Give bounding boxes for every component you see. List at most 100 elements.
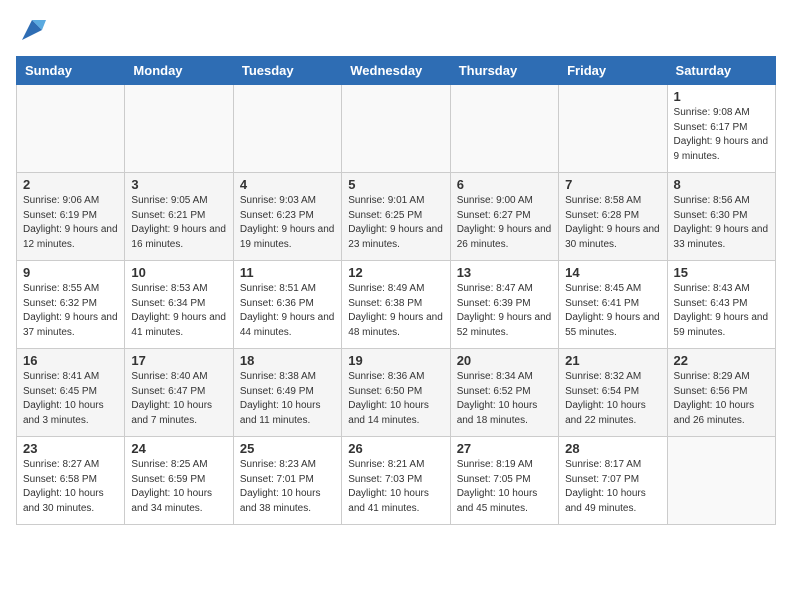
day-number: 1 bbox=[674, 89, 769, 104]
day-info: Sunrise: 8:32 AM Sunset: 6:54 PM Dayligh… bbox=[565, 370, 660, 428]
calendar-week-4: 16 Sunrise: 8:41 AM Sunset: 6:45 PM Dayli… bbox=[17, 349, 776, 437]
day-number: 20 bbox=[457, 353, 552, 368]
calendar-cell bbox=[559, 85, 667, 173]
logo bbox=[16, 16, 46, 44]
calendar-cell: 14 Sunrise: 8:45 AM Sunset: 6:41 PM Dayli… bbox=[559, 261, 667, 349]
day-info: Sunrise: 8:47 AM Sunset: 6:39 PM Dayligh… bbox=[457, 282, 552, 340]
calendar-week-5: 23Sunrise: 8:27 AM Sunset: 6:58 PM Dayli… bbox=[17, 437, 776, 525]
day-info: Sunrise: 8:56 AM Sunset: 6:30 PM Dayligh… bbox=[674, 194, 769, 252]
day-info: Sunrise: 8:58 AM Sunset: 6:28 PM Dayligh… bbox=[565, 194, 660, 252]
calendar: SundayMondayTuesdayWednesdayThursdayFrid… bbox=[16, 56, 776, 525]
calendar-cell: 15Sunrise: 8:43 AM Sunset: 6:43 PM Dayli… bbox=[667, 261, 775, 349]
day-header-wednesday: Wednesday bbox=[342, 57, 450, 85]
day-info: Sunrise: 8:25 AM Sunset: 6:59 PM Dayligh… bbox=[131, 458, 226, 516]
logo-icon bbox=[18, 16, 46, 44]
page-header bbox=[16, 16, 776, 44]
calendar-cell: 11 Sunrise: 8:51 AM Sunset: 6:36 PM Dayli… bbox=[233, 261, 341, 349]
day-number: 13 bbox=[457, 265, 552, 280]
calendar-cell bbox=[125, 85, 233, 173]
day-number: 27 bbox=[457, 441, 552, 456]
day-number: 25 bbox=[240, 441, 335, 456]
calendar-cell: 5 Sunrise: 9:01 AM Sunset: 6:25 PM Daylig… bbox=[342, 173, 450, 261]
day-info: Sunrise: 8:23 AM Sunset: 7:01 PM Dayligh… bbox=[240, 458, 335, 516]
day-info: Sunrise: 8:29 AM Sunset: 6:56 PM Dayligh… bbox=[674, 370, 769, 428]
day-number: 9 bbox=[23, 265, 118, 280]
day-number: 8 bbox=[674, 177, 769, 192]
day-number: 3 bbox=[131, 177, 226, 192]
day-info: Sunrise: 9:01 AM Sunset: 6:25 PM Dayligh… bbox=[348, 194, 443, 252]
calendar-cell: 17 Sunrise: 8:40 AM Sunset: 6:47 PM Dayli… bbox=[125, 349, 233, 437]
day-number: 21 bbox=[565, 353, 660, 368]
calendar-cell: 3 Sunrise: 9:05 AM Sunset: 6:21 PM Daylig… bbox=[125, 173, 233, 261]
day-info: Sunrise: 8:41 AM Sunset: 6:45 PM Dayligh… bbox=[23, 370, 118, 428]
calendar-cell: 19 Sunrise: 8:36 AM Sunset: 6:50 PM Dayli… bbox=[342, 349, 450, 437]
calendar-week-3: 9 Sunrise: 8:55 AM Sunset: 6:32 PM Daylig… bbox=[17, 261, 776, 349]
calendar-cell: 8 Sunrise: 8:56 AM Sunset: 6:30 PM Daylig… bbox=[667, 173, 775, 261]
day-info: Sunrise: 9:05 AM Sunset: 6:21 PM Dayligh… bbox=[131, 194, 226, 252]
calendar-cell: 1 Sunrise: 9:08 AM Sunset: 6:17 PM Daylig… bbox=[667, 85, 775, 173]
calendar-cell: 10 Sunrise: 8:53 AM Sunset: 6:34 PM Dayli… bbox=[125, 261, 233, 349]
day-number: 15 bbox=[674, 265, 769, 280]
day-number: 23 bbox=[23, 441, 118, 456]
day-info: Sunrise: 8:55 AM Sunset: 6:32 PM Dayligh… bbox=[23, 282, 118, 340]
day-number: 6 bbox=[457, 177, 552, 192]
calendar-cell: 21 Sunrise: 8:32 AM Sunset: 6:54 PM Dayli… bbox=[559, 349, 667, 437]
calendar-cell: 23Sunrise: 8:27 AM Sunset: 6:58 PM Dayli… bbox=[17, 437, 125, 525]
day-number: 26 bbox=[348, 441, 443, 456]
day-info: Sunrise: 8:19 AM Sunset: 7:05 PM Dayligh… bbox=[457, 458, 552, 516]
day-info: Sunrise: 8:53 AM Sunset: 6:34 PM Dayligh… bbox=[131, 282, 226, 340]
calendar-cell: 25 Sunrise: 8:23 AM Sunset: 7:01 PM Dayli… bbox=[233, 437, 341, 525]
day-info: Sunrise: 8:38 AM Sunset: 6:49 PM Dayligh… bbox=[240, 370, 335, 428]
day-header-friday: Friday bbox=[559, 57, 667, 85]
day-number: 17 bbox=[131, 353, 226, 368]
day-number: 18 bbox=[240, 353, 335, 368]
calendar-cell bbox=[450, 85, 558, 173]
day-info: Sunrise: 8:51 AM Sunset: 6:36 PM Dayligh… bbox=[240, 282, 335, 340]
day-number: 5 bbox=[348, 177, 443, 192]
day-info: Sunrise: 9:08 AM Sunset: 6:17 PM Dayligh… bbox=[674, 106, 769, 164]
calendar-cell: 9 Sunrise: 8:55 AM Sunset: 6:32 PM Daylig… bbox=[17, 261, 125, 349]
day-number: 10 bbox=[131, 265, 226, 280]
day-info: Sunrise: 8:34 AM Sunset: 6:52 PM Dayligh… bbox=[457, 370, 552, 428]
calendar-cell: 16 Sunrise: 8:41 AM Sunset: 6:45 PM Dayli… bbox=[17, 349, 125, 437]
day-info: Sunrise: 9:06 AM Sunset: 6:19 PM Dayligh… bbox=[23, 194, 118, 252]
day-number: 4 bbox=[240, 177, 335, 192]
day-header-monday: Monday bbox=[125, 57, 233, 85]
calendar-cell: 24 Sunrise: 8:25 AM Sunset: 6:59 PM Dayli… bbox=[125, 437, 233, 525]
day-number: 11 bbox=[240, 265, 335, 280]
calendar-cell bbox=[667, 437, 775, 525]
day-header-sunday: Sunday bbox=[17, 57, 125, 85]
day-number: 22 bbox=[674, 353, 769, 368]
day-info: Sunrise: 9:00 AM Sunset: 6:27 PM Dayligh… bbox=[457, 194, 552, 252]
day-header-saturday: Saturday bbox=[667, 57, 775, 85]
calendar-cell: 18 Sunrise: 8:38 AM Sunset: 6:49 PM Dayli… bbox=[233, 349, 341, 437]
calendar-cell: 12Sunrise: 8:49 AM Sunset: 6:38 PM Dayli… bbox=[342, 261, 450, 349]
calendar-cell bbox=[17, 85, 125, 173]
calendar-week-1: 1 Sunrise: 9:08 AM Sunset: 6:17 PM Daylig… bbox=[17, 85, 776, 173]
calendar-cell: 4 Sunrise: 9:03 AM Sunset: 6:23 PM Daylig… bbox=[233, 173, 341, 261]
day-number: 2 bbox=[23, 177, 118, 192]
day-number: 14 bbox=[565, 265, 660, 280]
calendar-cell: 22 Sunrise: 8:29 AM Sunset: 6:56 PM Dayli… bbox=[667, 349, 775, 437]
day-number: 16 bbox=[23, 353, 118, 368]
calendar-week-2: 2 Sunrise: 9:06 AM Sunset: 6:19 PM Daylig… bbox=[17, 173, 776, 261]
calendar-cell bbox=[342, 85, 450, 173]
day-number: 24 bbox=[131, 441, 226, 456]
calendar-cell: 28 Sunrise: 8:17 AM Sunset: 7:07 PM Dayli… bbox=[559, 437, 667, 525]
calendar-cell: 7 Sunrise: 8:58 AM Sunset: 6:28 PM Daylig… bbox=[559, 173, 667, 261]
day-info: Sunrise: 8:36 AM Sunset: 6:50 PM Dayligh… bbox=[348, 370, 443, 428]
calendar-cell: 2 Sunrise: 9:06 AM Sunset: 6:19 PM Daylig… bbox=[17, 173, 125, 261]
calendar-cell: 27 Sunrise: 8:19 AM Sunset: 7:05 PM Dayli… bbox=[450, 437, 558, 525]
day-info: Sunrise: 8:40 AM Sunset: 6:47 PM Dayligh… bbox=[131, 370, 226, 428]
day-info: Sunrise: 8:49 AM Sunset: 6:38 PM Dayligh… bbox=[348, 282, 443, 340]
calendar-cell bbox=[233, 85, 341, 173]
calendar-cell: 26Sunrise: 8:21 AM Sunset: 7:03 PM Dayli… bbox=[342, 437, 450, 525]
day-number: 19 bbox=[348, 353, 443, 368]
calendar-cell: 13 Sunrise: 8:47 AM Sunset: 6:39 PM Dayli… bbox=[450, 261, 558, 349]
day-info: Sunrise: 8:45 AM Sunset: 6:41 PM Dayligh… bbox=[565, 282, 660, 340]
day-header-tuesday: Tuesday bbox=[233, 57, 341, 85]
day-number: 28 bbox=[565, 441, 660, 456]
day-info: Sunrise: 8:17 AM Sunset: 7:07 PM Dayligh… bbox=[565, 458, 660, 516]
day-number: 7 bbox=[565, 177, 660, 192]
day-info: Sunrise: 9:03 AM Sunset: 6:23 PM Dayligh… bbox=[240, 194, 335, 252]
